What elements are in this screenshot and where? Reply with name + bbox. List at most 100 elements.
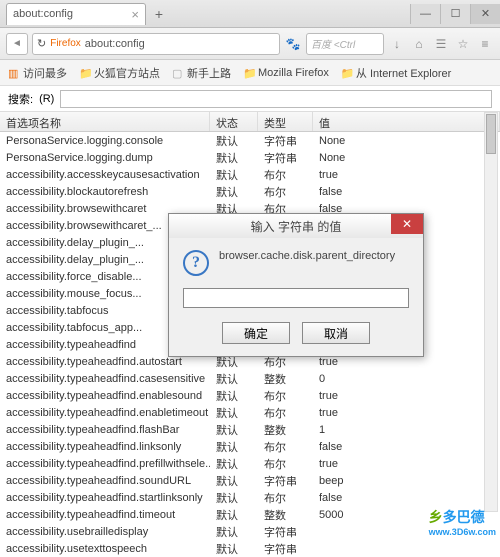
- minimize-button[interactable]: —: [410, 4, 440, 24]
- vertical-scrollbar[interactable]: [484, 112, 498, 512]
- cell-name: accessibility.typeaheadfind.linksonly: [0, 441, 210, 453]
- bookmark-icon: ▥: [8, 67, 20, 79]
- bookmark-label: 火狐官方站点: [94, 65, 160, 81]
- cell-value: false: [313, 186, 500, 198]
- bookmark-item[interactable]: ▢新手上路: [172, 65, 231, 81]
- cell-status: 默认: [210, 371, 258, 387]
- table-row[interactable]: accessibility.usebrailledisplay默认字符串: [0, 523, 500, 540]
- bookmark-item[interactable]: ▥访问最多: [8, 65, 67, 81]
- back-button[interactable]: ◄: [6, 33, 28, 55]
- reload-icon[interactable]: ↻: [37, 37, 46, 50]
- cell-status: 默认: [210, 507, 258, 523]
- maximize-button[interactable]: ☐: [440, 4, 470, 24]
- search-bar[interactable]: 百度 <Ctrl: [306, 33, 384, 55]
- bookmark-item[interactable]: 📁Mozilla Firefox: [243, 67, 329, 79]
- dialog-title-text: 输入 字符串 的值: [251, 218, 342, 235]
- col-type[interactable]: 类型: [258, 112, 313, 131]
- ok-button[interactable]: 确定: [222, 322, 290, 344]
- cell-type: 字符串: [258, 524, 313, 540]
- cell-name: accessibility.typeaheadfind.flashBar: [0, 424, 210, 436]
- dialog-text-input[interactable]: [183, 288, 409, 308]
- config-search-row: 搜索: (R): [0, 86, 500, 112]
- cell-status: 默认: [210, 490, 258, 506]
- table-row[interactable]: accessibility.typeaheadfind.flashBar默认整数…: [0, 421, 500, 438]
- table-row[interactable]: accessibility.typeaheadfind.enablesound默…: [0, 387, 500, 404]
- browser-tab[interactable]: about:config ×: [6, 3, 146, 25]
- cell-value: 0: [313, 373, 500, 385]
- firefox-label: Firefox: [50, 38, 81, 49]
- new-tab-button[interactable]: +: [150, 5, 168, 23]
- table-row[interactable]: accessibility.typeaheadfind.timeout默认整数5…: [0, 506, 500, 523]
- cell-type: 布尔: [258, 388, 313, 404]
- dialog-close-button[interactable]: ✕: [391, 214, 423, 234]
- cell-name: accessibility.typeaheadfind.prefillwiths…: [0, 458, 210, 470]
- url-text: about:config: [85, 38, 145, 50]
- table-row[interactable]: accessibility.usetexttospeech默认字符串: [0, 540, 500, 557]
- cell-value: false: [313, 492, 500, 504]
- dialog-body: ? browser.cache.disk.parent_directory: [169, 238, 423, 282]
- table-row[interactable]: accessibility.typeaheadfind.startlinkson…: [0, 489, 500, 506]
- bookmark-icon: 📁: [79, 67, 91, 79]
- question-icon: ?: [183, 250, 209, 276]
- cell-status: 默认: [210, 133, 258, 149]
- bookmark-label: 新手上路: [187, 65, 231, 81]
- close-window-button[interactable]: ✕: [470, 4, 500, 24]
- table-row[interactable]: accessibility.typeaheadfind.enabletimeou…: [0, 404, 500, 421]
- bookmark-item[interactable]: 📁从 Internet Explorer: [341, 65, 451, 81]
- close-icon[interactable]: ×: [131, 7, 139, 22]
- bookmark-star-icon[interactable]: ☆: [454, 35, 472, 53]
- cell-status: 默认: [210, 422, 258, 438]
- table-row[interactable]: accessibility.accesskeycausesactivation默…: [0, 166, 500, 183]
- cell-type: 字符串: [258, 541, 313, 557]
- cancel-button[interactable]: 取消: [302, 322, 370, 344]
- table-row[interactable]: accessibility.blockautorefresh默认布尔false: [0, 183, 500, 200]
- cell-type: 字符串: [258, 473, 313, 489]
- input-dialog: 输入 字符串 的值 ✕ ? browser.cache.disk.parent_…: [168, 213, 424, 357]
- cell-value: 1: [313, 424, 500, 436]
- table-row[interactable]: accessibility.typeaheadfind.casesensitiv…: [0, 370, 500, 387]
- bookmark-item[interactable]: 📁火狐官方站点: [79, 65, 160, 81]
- cell-status: 默认: [210, 524, 258, 540]
- cell-status: 默认: [210, 405, 258, 421]
- home-icon[interactable]: ⌂: [410, 35, 428, 53]
- search-label: 搜索:: [8, 91, 33, 107]
- col-name[interactable]: 首选项名称: [0, 112, 210, 131]
- cell-value: None: [313, 135, 500, 147]
- dialog-buttons: 确定 取消: [169, 314, 423, 356]
- col-value[interactable]: 值: [313, 112, 500, 131]
- cell-type: 布尔: [258, 405, 313, 421]
- bookmark-icon: 📁: [243, 67, 255, 79]
- library-icon[interactable]: ☰: [432, 35, 450, 53]
- scrollbar-thumb[interactable]: [486, 114, 496, 154]
- cell-value: true: [313, 169, 500, 181]
- cell-type: 布尔: [258, 456, 313, 472]
- cell-name: accessibility.typeaheadfind.autostart: [0, 356, 210, 368]
- cell-value: false: [313, 441, 500, 453]
- cell-name: accessibility.typeaheadfind.enablesound: [0, 390, 210, 402]
- cell-status: 默认: [210, 388, 258, 404]
- config-search-input[interactable]: [60, 90, 492, 108]
- col-status[interactable]: 状态: [210, 112, 258, 131]
- dialog-input-wrap: [183, 288, 409, 308]
- dialog-message: browser.cache.disk.parent_directory: [219, 250, 395, 262]
- paw-icon[interactable]: 🐾: [284, 35, 302, 53]
- download-icon[interactable]: ↓: [388, 35, 406, 53]
- cell-name: accessibility.typeaheadfind.casesensitiv…: [0, 373, 210, 385]
- cell-name: accessibility.usebrailledisplay: [0, 526, 210, 538]
- bookmark-label: 从 Internet Explorer: [356, 65, 451, 81]
- cell-type: 整数: [258, 507, 313, 523]
- url-bar[interactable]: ↻ Firefox about:config: [32, 33, 280, 55]
- table-row[interactable]: accessibility.typeaheadfind.linksonly默认布…: [0, 438, 500, 455]
- cell-status: 默认: [210, 456, 258, 472]
- table-row[interactable]: accessibility.typeaheadfind.soundURL默认字符…: [0, 472, 500, 489]
- table-row[interactable]: PersonaService.logging.console默认字符串None: [0, 132, 500, 149]
- cell-value: true: [313, 458, 500, 470]
- table-row[interactable]: accessibility.typeaheadfind.prefillwiths…: [0, 455, 500, 472]
- tab-title: about:config: [13, 8, 73, 20]
- cell-name: accessibility.accesskeycausesactivation: [0, 169, 210, 181]
- table-row[interactable]: PersonaService.logging.dump默认字符串None: [0, 149, 500, 166]
- menu-icon[interactable]: ≡: [476, 35, 494, 53]
- dialog-titlebar[interactable]: 输入 字符串 的值 ✕: [169, 214, 423, 238]
- window-controls: — ☐ ✕: [410, 4, 500, 24]
- cell-type: 字符串: [258, 150, 313, 166]
